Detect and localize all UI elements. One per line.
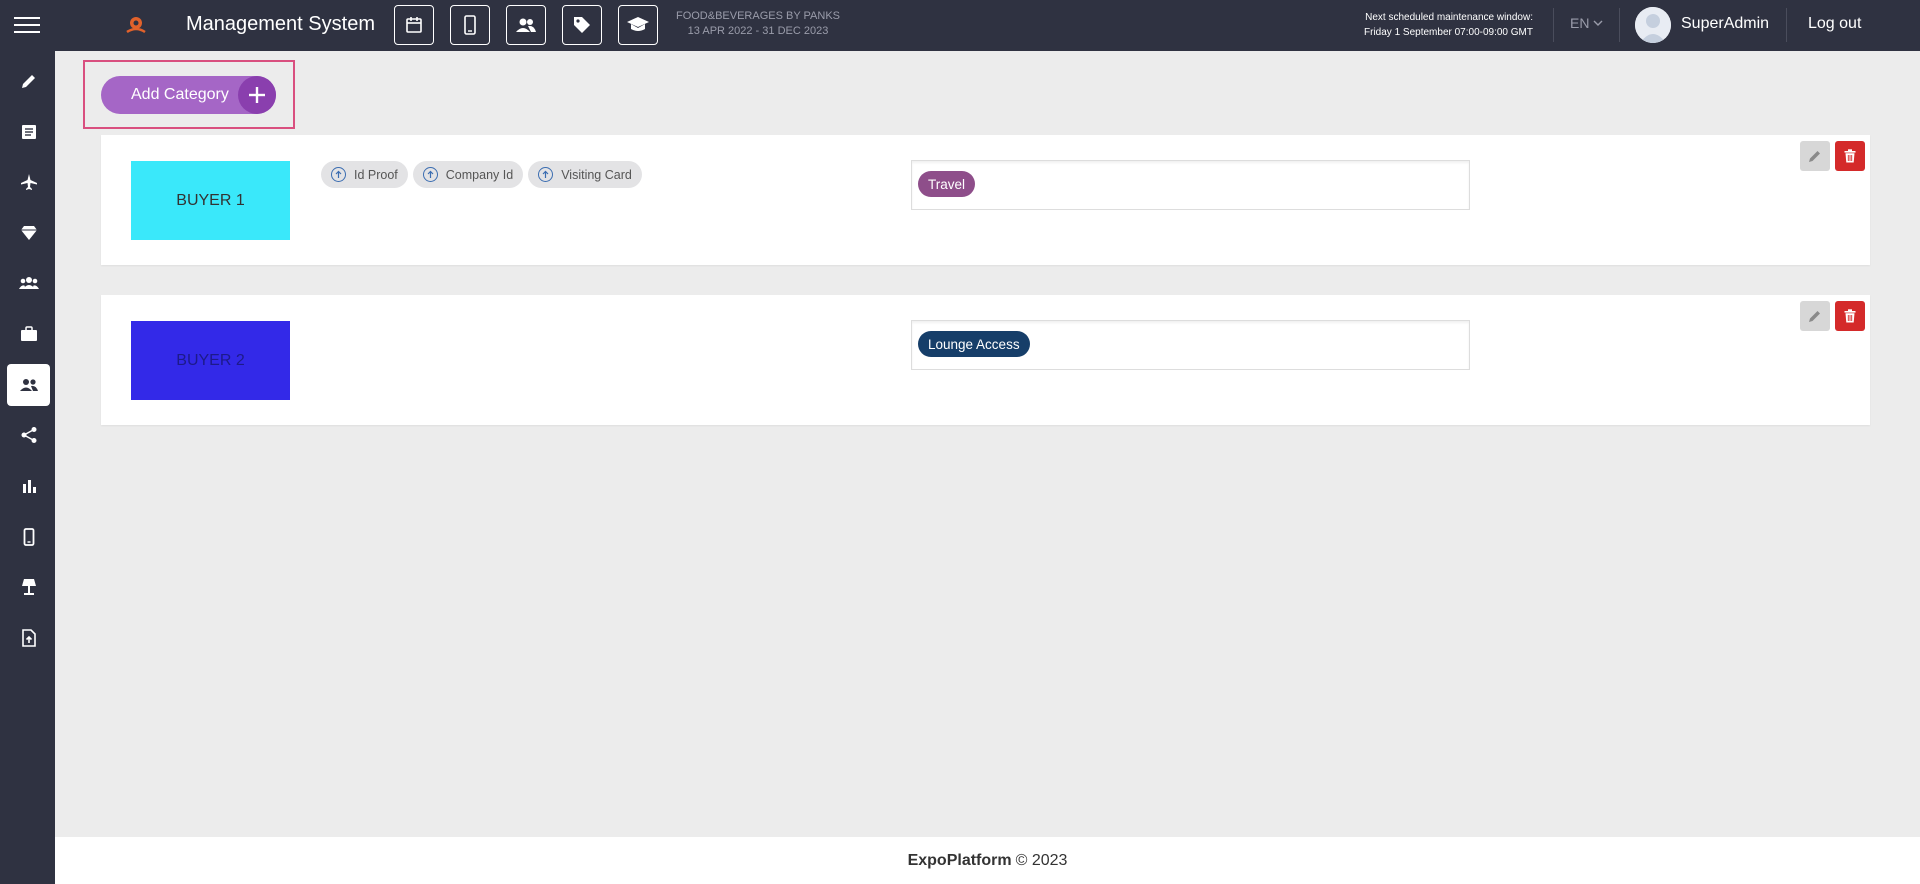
event-name: FOOD&BEVERAGES BY PANKS [675,10,841,22]
users-icon [516,18,536,32]
sidebar-item-share[interactable] [7,414,50,456]
edit-button[interactable] [1800,301,1830,331]
tag-chip[interactable]: Travel [918,171,976,197]
upload-icon [331,167,346,182]
sidebar-item-list[interactable] [7,111,50,153]
tag-field[interactable]: Travel [911,160,1470,210]
category-name: BUYER 2 [176,351,245,369]
upload-icon [422,167,438,182]
logo-icon [126,17,146,34]
category-row: BUYER 2 Lounge Access [101,295,1870,425]
pencil-icon [1809,151,1820,162]
language-selector[interactable]: EN [1570,15,1603,31]
category-swatch: BUYER 2 [131,321,290,400]
footer: ExpoPlatform © 2023 [55,837,1920,884]
tag-chip[interactable]: Lounge Access [918,331,1030,357]
footer-copyright: © 2023 [1015,851,1068,869]
maintenance-notice: Next scheduled maintenance window: Frida… [1300,10,1533,40]
trash-icon [1844,309,1856,323]
tags-button[interactable] [562,5,602,45]
bar-chart-icon [22,480,36,493]
mobile-icon [23,528,34,546]
event-dates: 13 APR 2022 - 31 DEC 2023 [687,25,829,37]
sidebar-item-analytics[interactable] [7,465,50,507]
document-chip[interactable]: Company Id [412,161,524,188]
divider [1553,8,1554,42]
plus-icon [238,76,276,114]
list-icon [21,125,36,139]
upload-icon [538,167,554,182]
sidebar-item-venue[interactable] [7,566,50,608]
footer-brand: ExpoPlatform [907,851,1012,869]
top-bar: Management System FOOD&BEVERAGES BY PANK… [0,0,1920,51]
sidebar-item-app[interactable] [7,516,50,558]
sidebar-item-import[interactable] [7,617,50,659]
sidebar-item-sponsors[interactable] [7,212,50,254]
sidebar [0,51,55,884]
hamburger-menu-icon[interactable] [14,17,40,35]
sidebar-item-travel[interactable] [7,161,50,203]
mobile-button[interactable] [450,5,490,45]
pencil-icon [21,75,35,88]
users-button[interactable] [506,5,546,45]
language-label: EN [1570,15,1590,31]
tag-field[interactable]: Lounge Access [911,320,1470,370]
divider [1619,8,1620,42]
sidebar-item-exhibitors[interactable] [7,313,50,355]
file-upload-icon [21,629,36,647]
calendar-icon [406,17,422,33]
people-icon [19,379,38,391]
required-documents: Id Proof Company Id Visiting Card [321,161,642,188]
graduation-cap-icon [627,17,649,31]
briefcase-icon [20,326,37,341]
user-avatar-icon [1635,7,1671,43]
avatar[interactable] [1635,7,1671,43]
logout-link[interactable]: Log out [1808,15,1861,33]
document-chip[interactable]: Id Proof [321,161,408,188]
tag-icon [574,17,590,33]
category-row: BUYER 1 Id Proof Company Id Visiting Car… [101,135,1870,265]
delete-button[interactable] [1835,141,1865,171]
event-info: FOOD&BEVERAGES BY PANKS 13 APR 2022 - 31… [670,9,846,39]
delete-button[interactable] [1835,301,1865,331]
sidebar-item-groups[interactable] [7,262,50,304]
divider [1786,8,1787,42]
add-category-button[interactable]: Add Category [101,76,276,114]
document-chip[interactable]: Visiting Card [528,161,642,188]
document-label: Visiting Card [561,167,632,182]
document-label: Company Id [445,167,514,182]
category-swatch: BUYER 1 [131,161,290,240]
edit-button[interactable] [1800,141,1830,171]
document-label: Id Proof [354,167,398,182]
sidebar-item-people[interactable] [7,364,50,406]
chevron-down-icon [1593,20,1603,26]
username[interactable]: SuperAdmin [1681,15,1769,33]
add-category-label: Add Category [131,86,229,103]
mobile-icon [464,15,476,35]
group-icon [18,277,39,289]
share-icon [21,427,36,443]
diamond-icon [20,226,37,240]
trash-icon [1844,149,1856,163]
maintenance-title: Next scheduled maintenance window: [1365,12,1533,23]
pencil-icon [1809,311,1820,322]
calendar-button[interactable] [394,5,434,45]
category-name: BUYER 1 [176,191,245,209]
sidebar-item-edit[interactable] [7,60,50,102]
maintenance-window: Friday 1 September 07:00-09:00 GMT [1364,27,1533,38]
plane-icon [20,174,37,190]
education-button[interactable] [618,5,658,45]
app-title: Management System [186,13,375,35]
lamp-icon [21,579,36,595]
